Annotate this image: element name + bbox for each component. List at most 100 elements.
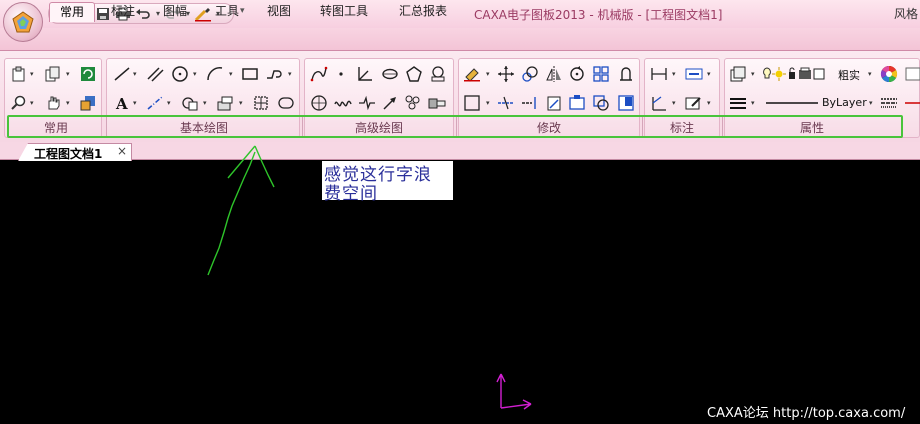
layer-icon[interactable] xyxy=(79,94,97,112)
tab-style[interactable]: 风格 xyxy=(894,5,918,22)
block-dropdown-arrow[interactable]: ▾ xyxy=(239,99,243,107)
break-line-icon[interactable] xyxy=(358,94,376,112)
extend-icon[interactable] xyxy=(521,94,539,112)
point-icon[interactable] xyxy=(332,65,350,83)
erase-icon[interactable] xyxy=(463,65,481,83)
mirror-icon[interactable] xyxy=(545,65,563,83)
lineweight-selector[interactable]: 粗实 xyxy=(838,67,860,83)
forum-watermark: CAXA论坛 http://top.caxa.com/ xyxy=(707,406,906,421)
pan-dropdown-arrow[interactable]: ▾ xyxy=(66,99,70,107)
ellipse-shape-icon[interactable] xyxy=(381,65,399,83)
tab-convert-tools[interactable]: 转图工具 xyxy=(310,2,378,22)
drawing-canvas[interactable] xyxy=(0,161,920,424)
annotation-text-line2: 费空间 xyxy=(324,184,378,204)
text-dropdown-arrow[interactable]: ▾ xyxy=(133,99,137,107)
linetype-selector[interactable]: ByLayer xyxy=(822,96,867,109)
caxa-application-window: ▾ ▾ ▾ ▾ CAXA电子图板2013 - 机械版 - [工程图文档1] 常用… xyxy=(0,0,920,424)
zoom-icon[interactable] xyxy=(10,94,28,112)
trim-icon[interactable] xyxy=(497,94,515,112)
erase-dropdown-arrow[interactable]: ▾ xyxy=(486,70,490,78)
array-icon[interactable] xyxy=(592,65,610,83)
edit-dimension-dropdown-arrow[interactable]: ▾ xyxy=(707,99,711,107)
line-dropdown-arrow-prop[interactable]: ▾ xyxy=(751,99,755,107)
coordinate-dimension-icon[interactable] xyxy=(650,94,668,112)
svg-text:A: A xyxy=(115,95,128,111)
circle-icon[interactable] xyxy=(171,65,189,83)
spline-icon[interactable] xyxy=(310,65,328,83)
coordinate-dimension-dropdown-arrow[interactable]: ▾ xyxy=(672,99,676,107)
tab-view[interactable]: 视图 xyxy=(257,2,301,22)
document-tab-label[interactable]: 工程图文档1 xyxy=(34,145,102,162)
tab-common[interactable]: 常用 xyxy=(49,2,96,22)
linear-dimension-icon[interactable] xyxy=(650,65,668,83)
cloud-icon[interactable] xyxy=(404,94,422,112)
polygon-icon[interactable] xyxy=(405,65,423,83)
stretch-icon[interactable] xyxy=(617,65,635,83)
angle-line-icon[interactable] xyxy=(356,65,374,83)
document-tab-strip xyxy=(0,142,920,160)
linetype-dropdown-arrow[interactable]: ▾ xyxy=(869,99,873,107)
zoom-dropdown-arrow[interactable]: ▾ xyxy=(30,99,34,107)
edit-dimension-icon[interactable] xyxy=(685,94,703,112)
wave-line-icon[interactable] xyxy=(334,94,352,112)
tab-sheet[interactable]: 图幅 xyxy=(153,2,197,22)
hatch-icon[interactable] xyxy=(181,94,199,112)
pan-icon[interactable] xyxy=(44,94,62,112)
hatch-dropdown-arrow[interactable]: ▾ xyxy=(203,99,207,107)
text-dimension-icon[interactable] xyxy=(685,65,703,83)
color-wheel-icon[interactable] xyxy=(880,65,898,83)
clipboard-paste-icon[interactable] xyxy=(10,65,28,83)
layer-state-dropdown-arrow[interactable]: ▾ xyxy=(751,70,755,78)
paste-dropdown-arrow[interactable]: ▾ xyxy=(30,70,34,78)
line-dropdown-arrow[interactable]: ▾ xyxy=(133,70,137,78)
color-line-preview xyxy=(903,94,920,112)
section-icon[interactable] xyxy=(252,94,270,112)
document-tab-close-icon[interactable]: × xyxy=(117,144,127,158)
parallel-line-icon[interactable] xyxy=(146,65,164,83)
tab-dimension[interactable]: 标注 xyxy=(101,2,145,22)
lineweight-icon[interactable] xyxy=(729,94,747,112)
group-label-row-highlight xyxy=(7,115,903,138)
tab-summary-report[interactable]: 汇总报表 xyxy=(389,2,457,22)
break-icon[interactable] xyxy=(545,94,563,112)
color-swatch[interactable] xyxy=(903,65,920,83)
block-icon[interactable] xyxy=(216,94,234,112)
hole-icon[interactable] xyxy=(310,94,328,112)
scale-icon[interactable] xyxy=(521,65,539,83)
select-dropdown-arrow[interactable]: ▾ xyxy=(486,99,490,107)
linestyle-icon[interactable] xyxy=(880,94,898,112)
copy-object-icon[interactable] xyxy=(44,65,62,83)
group-icon[interactable] xyxy=(592,94,610,112)
bolt-icon[interactable] xyxy=(428,94,446,112)
polyline-icon[interactable] xyxy=(266,65,284,83)
layer-state-icon[interactable] xyxy=(729,65,747,83)
rectangle-icon[interactable] xyxy=(241,65,259,83)
arrow-icon[interactable] xyxy=(381,94,399,112)
circle-dropdown-arrow[interactable]: ▾ xyxy=(193,70,197,78)
move-icon[interactable] xyxy=(497,65,515,83)
linear-dimension-dropdown-arrow[interactable]: ▾ xyxy=(672,70,676,78)
layer-toggles-icon[interactable] xyxy=(761,65,836,83)
application-menu-button[interactable] xyxy=(3,2,43,42)
nut-icon[interactable] xyxy=(429,65,447,83)
text-icon[interactable]: A xyxy=(113,94,131,112)
polyline-dropdown-arrow[interactable]: ▾ xyxy=(288,70,292,78)
rotate-icon[interactable] xyxy=(568,65,586,83)
explode-icon[interactable] xyxy=(568,94,586,112)
line-icon[interactable] xyxy=(113,65,131,83)
arc-dropdown-arrow[interactable]: ▾ xyxy=(229,70,233,78)
caxa-logo-icon xyxy=(12,11,34,33)
select-window-icon[interactable] xyxy=(463,94,481,112)
centerline-dropdown-arrow[interactable]: ▾ xyxy=(167,99,171,107)
regenerate-icon[interactable] xyxy=(79,65,97,83)
align-icon[interactable] xyxy=(617,94,635,112)
centerline-icon[interactable] xyxy=(146,94,164,112)
tab-tools[interactable]: 工具 xyxy=(205,2,249,22)
window-title: CAXA电子图板2013 - 机械版 - [工程图文档1] xyxy=(474,8,723,22)
ellipse-icon[interactable] xyxy=(277,94,295,112)
arc-icon[interactable] xyxy=(206,65,224,83)
text-dimension-dropdown-arrow[interactable]: ▾ xyxy=(707,70,711,78)
lineweight-dropdown-arrow[interactable]: ▾ xyxy=(868,70,872,78)
copy-dropdown-arrow[interactable]: ▾ xyxy=(66,70,70,78)
ribbon-tab-bar xyxy=(0,28,920,50)
